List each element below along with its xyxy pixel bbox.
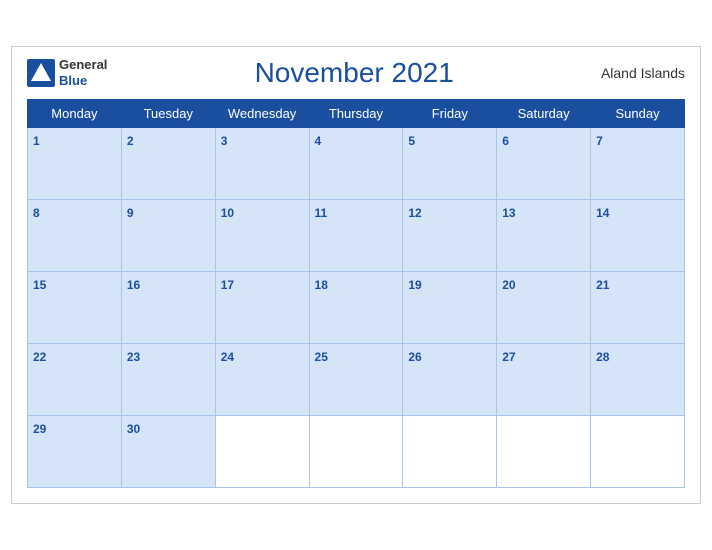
weekday-header-tuesday: Tuesday bbox=[121, 100, 215, 128]
calendar-cell: 19 bbox=[403, 272, 497, 344]
day-number: 7 bbox=[596, 134, 603, 148]
calendar-cell: 18 bbox=[309, 272, 403, 344]
weekday-header-sunday: Sunday bbox=[591, 100, 685, 128]
calendar-cell: 30 bbox=[121, 416, 215, 488]
calendar-cell: 3 bbox=[215, 128, 309, 200]
day-number: 15 bbox=[33, 278, 46, 292]
weekday-header-friday: Friday bbox=[403, 100, 497, 128]
calendar-cell: 28 bbox=[591, 344, 685, 416]
calendar-week-row-3: 22 23 24 25 26 27 28 bbox=[28, 344, 685, 416]
calendar-cell: 14 bbox=[591, 200, 685, 272]
calendar-cell: 29 bbox=[28, 416, 122, 488]
calendar-cell bbox=[215, 416, 309, 488]
day-number: 30 bbox=[127, 422, 140, 436]
calendar-cell: 25 bbox=[309, 344, 403, 416]
calendar-title: November 2021 bbox=[255, 57, 454, 89]
calendar-table: MondayTuesdayWednesdayThursdayFridaySatu… bbox=[27, 99, 685, 488]
day-number: 9 bbox=[127, 206, 134, 220]
calendar-week-row-2: 15 16 17 18 19 20 21 bbox=[28, 272, 685, 344]
calendar-cell: 5 bbox=[403, 128, 497, 200]
day-number: 3 bbox=[221, 134, 228, 148]
day-number: 21 bbox=[596, 278, 609, 292]
calendar-cell bbox=[309, 416, 403, 488]
weekday-header-row: MondayTuesdayWednesdayThursdayFridaySatu… bbox=[28, 100, 685, 128]
day-number: 1 bbox=[33, 134, 40, 148]
calendar-week-row-1: 8 9 10 11 12 13 14 bbox=[28, 200, 685, 272]
calendar-cell: 4 bbox=[309, 128, 403, 200]
calendar-cell: 2 bbox=[121, 128, 215, 200]
weekday-header-thursday: Thursday bbox=[309, 100, 403, 128]
day-number: 29 bbox=[33, 422, 46, 436]
day-number: 19 bbox=[408, 278, 421, 292]
day-number: 2 bbox=[127, 134, 134, 148]
logo-text: General Blue bbox=[59, 57, 107, 88]
calendar-cell: 13 bbox=[497, 200, 591, 272]
calendar-cell: 9 bbox=[121, 200, 215, 272]
calendar-cell bbox=[591, 416, 685, 488]
day-number: 20 bbox=[502, 278, 515, 292]
day-number: 23 bbox=[127, 350, 140, 364]
logo-blue: Blue bbox=[59, 73, 87, 88]
day-number: 16 bbox=[127, 278, 140, 292]
logo-area: General Blue bbox=[27, 57, 107, 88]
day-number: 12 bbox=[408, 206, 421, 220]
day-number: 11 bbox=[315, 206, 328, 220]
calendar-cell bbox=[403, 416, 497, 488]
calendar-cell: 1 bbox=[28, 128, 122, 200]
logo-general: General bbox=[59, 57, 107, 72]
calendar-cell: 10 bbox=[215, 200, 309, 272]
calendar-cell: 6 bbox=[497, 128, 591, 200]
calendar-cell: 24 bbox=[215, 344, 309, 416]
calendar-week-row-4: 29 30 bbox=[28, 416, 685, 488]
day-number: 28 bbox=[596, 350, 609, 364]
calendar-cell: 17 bbox=[215, 272, 309, 344]
calendar-cell: 7 bbox=[591, 128, 685, 200]
day-number: 6 bbox=[502, 134, 509, 148]
day-number: 13 bbox=[502, 206, 515, 220]
calendar-cell: 8 bbox=[28, 200, 122, 272]
calendar-cell: 23 bbox=[121, 344, 215, 416]
calendar-region: Aland Islands bbox=[601, 65, 685, 81]
calendar-container: General Blue November 2021 Aland Islands… bbox=[11, 46, 701, 504]
calendar-header: General Blue November 2021 Aland Islands bbox=[27, 57, 685, 89]
day-number: 18 bbox=[315, 278, 328, 292]
calendar-cell: 22 bbox=[28, 344, 122, 416]
day-number: 22 bbox=[33, 350, 46, 364]
calendar-cell: 11 bbox=[309, 200, 403, 272]
day-number: 26 bbox=[408, 350, 421, 364]
calendar-week-row-0: 1 2 3 4 5 6 7 bbox=[28, 128, 685, 200]
calendar-cell: 26 bbox=[403, 344, 497, 416]
day-number: 5 bbox=[408, 134, 415, 148]
day-number: 14 bbox=[596, 206, 609, 220]
day-number: 10 bbox=[221, 206, 234, 220]
day-number: 27 bbox=[502, 350, 515, 364]
day-number: 24 bbox=[221, 350, 234, 364]
weekday-header-monday: Monday bbox=[28, 100, 122, 128]
day-number: 8 bbox=[33, 206, 40, 220]
weekday-header-wednesday: Wednesday bbox=[215, 100, 309, 128]
calendar-cell: 27 bbox=[497, 344, 591, 416]
day-number: 25 bbox=[315, 350, 328, 364]
weekday-header-saturday: Saturday bbox=[497, 100, 591, 128]
calendar-cell: 21 bbox=[591, 272, 685, 344]
calendar-cell bbox=[497, 416, 591, 488]
general-blue-logo-icon bbox=[27, 59, 55, 87]
calendar-cell: 15 bbox=[28, 272, 122, 344]
calendar-cell: 16 bbox=[121, 272, 215, 344]
day-number: 4 bbox=[315, 134, 322, 148]
calendar-cell: 20 bbox=[497, 272, 591, 344]
day-number: 17 bbox=[221, 278, 234, 292]
calendar-cell: 12 bbox=[403, 200, 497, 272]
